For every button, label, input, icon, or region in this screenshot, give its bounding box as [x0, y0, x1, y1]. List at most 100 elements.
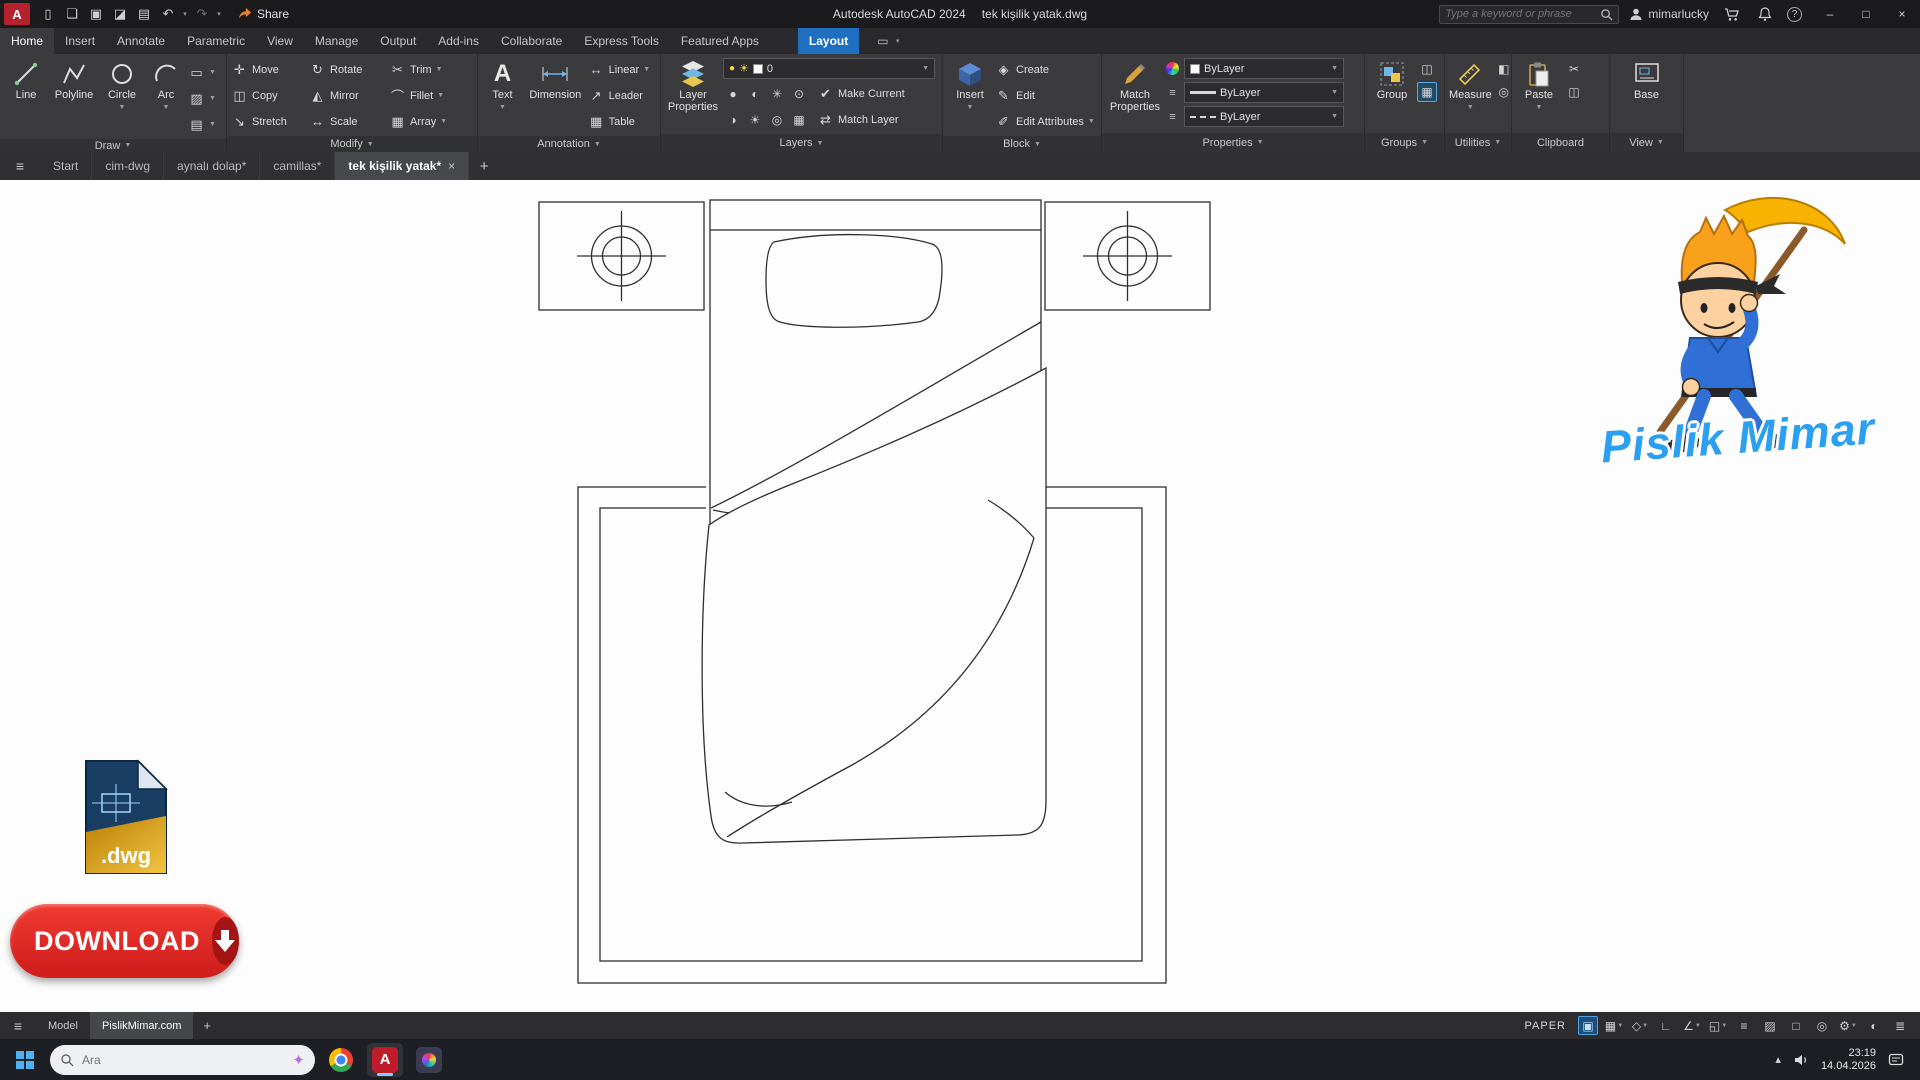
panel-label-annotation[interactable]: Annotation▼ [478, 136, 660, 152]
open-file-button[interactable]: ❏ [60, 2, 84, 26]
tab-annotate[interactable]: Annotate [106, 28, 176, 54]
customize-button[interactable]: ≣ [1890, 1016, 1910, 1035]
arc-button[interactable]: Arc ▼ [146, 57, 186, 114]
model-tab[interactable]: Model [36, 1012, 90, 1039]
match-layer-button[interactable]: ⇄Match Layer [817, 108, 899, 131]
maximize-button[interactable]: □ [1848, 0, 1884, 28]
grid-button[interactable]: ▦▼ [1604, 1016, 1624, 1035]
taskbar-autocad-button[interactable]: A [367, 1043, 403, 1077]
group-button[interactable]: Group [1369, 57, 1415, 101]
notification-center-icon[interactable] [1888, 1053, 1904, 1067]
paste-button[interactable]: Paste ▼ [1516, 57, 1562, 114]
tab-featured-apps[interactable]: Featured Apps [670, 28, 770, 54]
trim-button[interactable]: ✂Trim▼ [389, 58, 469, 81]
gradient-tool-button[interactable]: ▤▼ [188, 113, 216, 136]
file-tab-cim-dwg[interactable]: cim-dwg [92, 152, 164, 180]
file-tab-tek-kisilik-yatak[interactable]: tek kişilik yatak*× [335, 152, 469, 180]
save-as-button[interactable]: ◪ [108, 2, 132, 26]
annotation-scale-button[interactable]: ◎ [1812, 1016, 1832, 1035]
move-button[interactable]: ✛Move [231, 58, 309, 81]
taskbar-clock[interactable]: 23:19 14.04.2026 [1821, 1047, 1876, 1073]
mirror-button[interactable]: ◭Mirror [309, 84, 389, 107]
text-button[interactable]: A Text ▼ [482, 57, 523, 114]
tray-chevron-up-icon[interactable]: ▴ [1775, 1053, 1781, 1066]
layer-unisolate-button[interactable]: ◑ [723, 110, 743, 130]
stretch-button[interactable]: ↘Stretch [231, 110, 309, 133]
layer-properties-button[interactable]: Layer Properties [665, 57, 721, 113]
create-block-button[interactable]: ◈Create [995, 58, 1095, 81]
account-button[interactable]: mimarlucky [1629, 7, 1709, 21]
insert-block-button[interactable]: Insert ▼ [947, 57, 993, 114]
lineweight-select[interactable]: ByLayer▼ [1184, 82, 1344, 103]
download-button[interactable]: DOWNLOAD [10, 904, 239, 978]
minimize-button[interactable]: – [1812, 0, 1848, 28]
plot-button[interactable]: ▤ [132, 2, 156, 26]
layout-tab-pislikmimar[interactable]: PislikMimar.com [90, 1012, 193, 1039]
id-point-button[interactable]: ◎ [1494, 82, 1514, 102]
workspace-gear-button[interactable]: ⚙▼ [1838, 1016, 1858, 1035]
qat-customize-dropdown[interactable]: ▾ [214, 10, 224, 18]
file-tabs-menu-button[interactable]: ≡ [0, 152, 40, 180]
group-edit-button[interactable]: ▦ [1417, 82, 1437, 102]
linear-button[interactable]: ↔Linear▼ [588, 58, 656, 81]
line-button[interactable]: Line [4, 57, 48, 101]
new-layout-button[interactable]: + [193, 1018, 221, 1033]
layer-off-button[interactable]: ● [723, 84, 743, 104]
match-properties-button[interactable]: Match Properties [1106, 57, 1164, 113]
close-button[interactable]: × [1884, 0, 1920, 28]
linetype-select[interactable]: ByLayer▼ [1184, 106, 1344, 127]
dimension-button[interactable]: Dimension [525, 57, 586, 101]
copy-button[interactable]: ◫Copy [231, 84, 309, 107]
tab-home[interactable]: Home [0, 28, 54, 54]
panel-label-groups[interactable]: Groups▼ [1365, 133, 1444, 152]
table-button[interactable]: ▦Table [588, 110, 656, 133]
cut-button[interactable]: ✂ [1564, 59, 1584, 79]
copy-clip-button[interactable]: ◫ [1564, 82, 1584, 102]
tab-parametric[interactable]: Parametric [176, 28, 256, 54]
hatch-tool-button[interactable]: ▨▼ [188, 87, 216, 110]
file-tab-start[interactable]: Start [40, 152, 92, 180]
panel-label-properties[interactable]: Properties▼ [1102, 133, 1364, 152]
layer-walk-button[interactable]: ▦ [789, 110, 809, 130]
layer-lock-button[interactable]: ⊙ [789, 84, 809, 104]
notifications-button[interactable] [1753, 2, 1777, 26]
redo-button[interactable]: ↷ [190, 2, 214, 26]
scale-button[interactable]: ↔Scale [309, 110, 389, 133]
file-tab-camillas[interactable]: camillas* [260, 152, 335, 180]
lineweight-display-button[interactable]: ≡ [1734, 1016, 1754, 1035]
new-file-button[interactable]: ▯ [36, 2, 60, 26]
tab-manage[interactable]: Manage [304, 28, 369, 54]
taskbar-search[interactable]: ✦ [50, 1045, 315, 1075]
undo-button[interactable]: ↶ [156, 2, 180, 26]
circle-button[interactable]: Circle ▼ [100, 57, 144, 114]
app-menu-button[interactable]: A [4, 3, 30, 25]
tab-layout[interactable]: Layout [798, 28, 859, 54]
ungroup-button[interactable]: ◫ [1417, 59, 1437, 79]
layout-menu-button[interactable]: ≡ [0, 1018, 36, 1034]
layer-freeze-button[interactable]: ✳ [767, 84, 787, 104]
base-button[interactable]: Base [1622, 57, 1672, 101]
layer-isolate-button[interactable]: ◐ [745, 84, 765, 104]
selection-cycling-button[interactable]: □ [1786, 1016, 1806, 1035]
tab-express-tools[interactable]: Express Tools [573, 28, 669, 54]
polyline-button[interactable]: Polyline [50, 57, 98, 101]
drawing-viewport[interactable]: Pislik Mimar .dwg DOWNLOAD [0, 180, 1920, 1012]
object-color-select[interactable]: ByLayer▼ [1184, 58, 1344, 79]
new-drawing-button[interactable]: + [469, 152, 499, 180]
panel-label-draw[interactable]: Draw▼ [0, 139, 226, 152]
close-tab-icon[interactable]: × [448, 159, 455, 173]
tab-insert[interactable]: Insert [54, 28, 106, 54]
ribbon-display-toggle[interactable]: ▭▾ [869, 28, 910, 54]
help-button[interactable]: ? [1787, 7, 1802, 22]
layer-unlock-button[interactable]: ◎ [767, 110, 787, 130]
file-tab-aynali-dolap[interactable]: aynalı dolap* [164, 152, 260, 180]
taskbar-chrome-button[interactable] [323, 1043, 359, 1077]
panel-label-view[interactable]: View▼ [1610, 133, 1683, 152]
layer-thaw-all-button[interactable]: ☀ [745, 110, 765, 130]
quick-calc-button[interactable]: ◧ [1494, 59, 1514, 79]
ortho-button[interactable]: ∟ [1656, 1016, 1676, 1035]
undo-dropdown[interactable]: ▾ [180, 10, 190, 18]
help-search-field[interactable] [1439, 5, 1619, 24]
fillet-button[interactable]: ⌒Fillet▼ [389, 84, 469, 107]
tab-view[interactable]: View [256, 28, 304, 54]
